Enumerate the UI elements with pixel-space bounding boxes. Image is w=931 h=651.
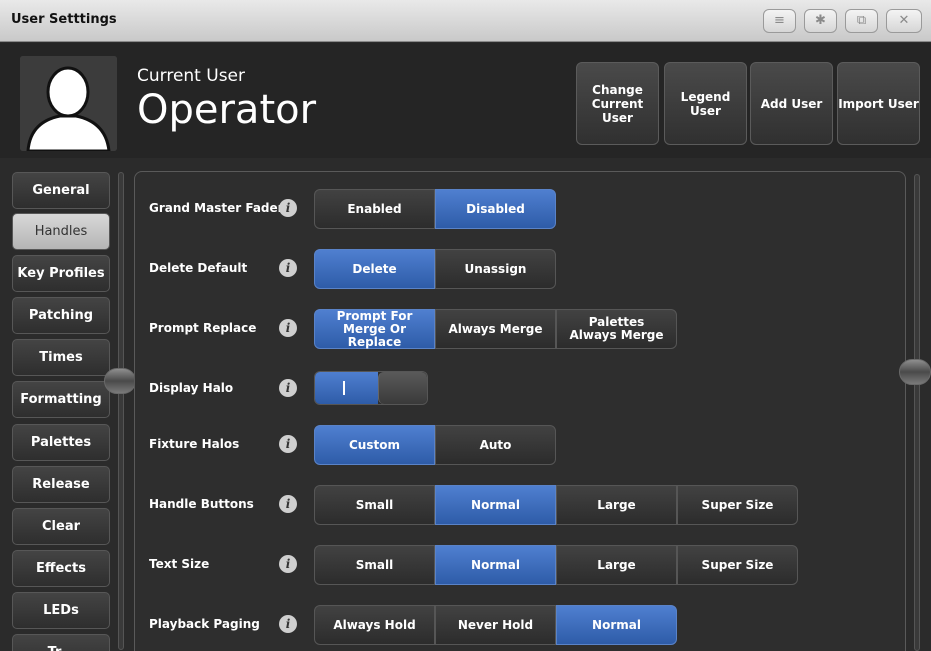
setting-label: Fixture Halos bbox=[149, 437, 240, 451]
fixture-halos-selector: Custom Auto bbox=[314, 425, 556, 465]
setting-label: Display Halo bbox=[149, 381, 234, 395]
setting-row-delete-default: Delete Default i Delete Unassign bbox=[135, 249, 905, 289]
info-icon[interactable]: i bbox=[279, 495, 297, 513]
info-icon[interactable]: i bbox=[279, 379, 297, 397]
settings-sidebar: General Handles Key Profiles Patching Ti… bbox=[0, 160, 136, 651]
option-auto[interactable]: Auto bbox=[435, 425, 556, 465]
option-unassign[interactable]: Unassign bbox=[435, 249, 556, 289]
panel-scrollbar[interactable] bbox=[914, 174, 920, 651]
setting-label: Text Size bbox=[149, 557, 210, 571]
setting-label: Delete Default bbox=[149, 261, 248, 275]
toggle-on-track bbox=[315, 372, 378, 404]
setting-row-fixture-halos: Fixture Halos i Custom Auto bbox=[135, 425, 905, 465]
option-custom[interactable]: Custom bbox=[314, 425, 435, 465]
user-header: Current User Operator Change Current Use… bbox=[0, 43, 931, 158]
text-size-selector: Small Normal Large Super Size bbox=[314, 545, 798, 585]
sidebar-item-clear[interactable]: Clear bbox=[12, 508, 110, 545]
sidebar-item-leds[interactable]: LEDs bbox=[12, 592, 110, 629]
change-current-user-button[interactable]: Change Current User bbox=[576, 62, 659, 145]
option-palettes-always-merge[interactable]: Palettes Always Merge bbox=[556, 309, 677, 349]
delete-default-selector: Delete Unassign bbox=[314, 249, 556, 289]
legend-user-label: Legend User bbox=[680, 89, 731, 118]
option-label: Palettes Always Merge bbox=[569, 315, 664, 342]
import-user-label: Import User bbox=[838, 96, 919, 111]
option-large[interactable]: Large bbox=[556, 485, 677, 525]
setting-row-prompt-replace: Prompt Replace i Prompt For Merge Or Rep… bbox=[135, 309, 905, 349]
change-current-user-label: Change Current User bbox=[591, 82, 644, 125]
info-icon[interactable]: i bbox=[279, 435, 297, 453]
setting-label: Prompt Replace bbox=[149, 321, 257, 335]
setting-row-playback-paging: Playback Paging i Always Hold Never Hold… bbox=[135, 605, 905, 645]
title-bar: User Setttings ≡ ✱ ⧉ ✕ bbox=[0, 0, 931, 42]
import-user-button[interactable]: Import User bbox=[837, 62, 920, 145]
info-icon[interactable]: i bbox=[279, 259, 297, 277]
option-prompt-for-merge-or-replace[interactable]: Prompt For Merge Or Replace bbox=[314, 309, 435, 349]
option-disabled[interactable]: Disabled bbox=[435, 189, 556, 229]
setting-row-handle-buttons: Handle Buttons i Small Normal Large Supe… bbox=[135, 485, 905, 525]
add-user-button[interactable]: Add User bbox=[750, 62, 833, 145]
setting-label: Playback Paging bbox=[149, 617, 260, 631]
option-always-merge[interactable]: Always Merge bbox=[435, 309, 556, 349]
sidebar-scroll-thumb[interactable] bbox=[104, 368, 136, 394]
sidebar-item-palettes[interactable]: Palettes bbox=[12, 424, 110, 461]
info-icon[interactable]: i bbox=[279, 555, 297, 573]
current-user-label: Current User bbox=[137, 66, 246, 86]
sidebar-scrollbar[interactable] bbox=[118, 172, 124, 650]
sidebar-item-key-profiles[interactable]: Key Profiles bbox=[12, 255, 110, 292]
option-delete[interactable]: Delete bbox=[314, 249, 435, 289]
display-halo-toggle[interactable] bbox=[314, 371, 428, 405]
playback-paging-selector: Always Hold Never Hold Normal bbox=[314, 605, 677, 645]
legend-user-button[interactable]: Legend User bbox=[664, 62, 747, 145]
option-super-size[interactable]: Super Size bbox=[677, 485, 798, 525]
prompt-replace-selector: Prompt For Merge Or Replace Always Merge… bbox=[314, 309, 677, 349]
grand-master-fader-selector: Enabled Disabled bbox=[314, 189, 556, 229]
option-small[interactable]: Small bbox=[314, 485, 435, 525]
sidebar-item-truncated[interactable]: Tr... bbox=[12, 634, 110, 651]
info-icon[interactable]: i bbox=[279, 319, 297, 337]
option-normal[interactable]: Normal bbox=[556, 605, 677, 645]
setting-row-grand-master-fader: Grand Master Fader i Enabled Disabled bbox=[135, 189, 905, 229]
option-large[interactable]: Large bbox=[556, 545, 677, 585]
option-never-hold[interactable]: Never Hold bbox=[435, 605, 556, 645]
gear-icon[interactable]: ✱ bbox=[804, 9, 837, 33]
sidebar-item-patching[interactable]: Patching bbox=[12, 297, 110, 334]
option-normal[interactable]: Normal bbox=[435, 485, 556, 525]
setting-row-text-size: Text Size i Small Normal Large Super Siz… bbox=[135, 545, 905, 585]
toggle-on-icon bbox=[343, 381, 345, 395]
menu-icon[interactable]: ≡ bbox=[763, 9, 796, 33]
add-user-label: Add User bbox=[760, 96, 823, 111]
avatar-user-icon bbox=[20, 56, 117, 151]
option-enabled[interactable]: Enabled bbox=[314, 189, 435, 229]
option-super-size[interactable]: Super Size bbox=[677, 545, 798, 585]
setting-label: Grand Master Fader bbox=[149, 201, 284, 215]
sidebar-item-release[interactable]: Release bbox=[12, 466, 110, 503]
close-icon[interactable]: ✕ bbox=[886, 9, 922, 33]
info-icon[interactable]: i bbox=[279, 199, 297, 217]
window-title: User Setttings bbox=[11, 12, 117, 27]
toggle-knob bbox=[377, 372, 427, 404]
handles-settings-panel: Grand Master Fader i Enabled Disabled De… bbox=[134, 171, 906, 651]
option-label: Prompt For Merge Or Replace bbox=[336, 308, 413, 349]
sidebar-item-times[interactable]: Times bbox=[12, 339, 110, 376]
current-user-name: Operator bbox=[137, 87, 317, 133]
handle-buttons-selector: Small Normal Large Super Size bbox=[314, 485, 798, 525]
info-icon[interactable]: i bbox=[279, 615, 297, 633]
sidebar-item-general[interactable]: General bbox=[12, 172, 110, 209]
option-small[interactable]: Small bbox=[314, 545, 435, 585]
option-normal[interactable]: Normal bbox=[435, 545, 556, 585]
setting-row-display-halo: Display Halo i bbox=[135, 369, 905, 409]
setting-label: Handle Buttons bbox=[149, 497, 254, 511]
sidebar-item-handles[interactable]: Handles bbox=[12, 213, 110, 250]
sidebar-item-formatting[interactable]: Formatting bbox=[12, 381, 110, 418]
panel-scroll-thumb[interactable] bbox=[899, 359, 931, 385]
restore-icon[interactable]: ⧉ bbox=[845, 9, 878, 33]
option-always-hold[interactable]: Always Hold bbox=[314, 605, 435, 645]
sidebar-item-effects[interactable]: Effects bbox=[12, 550, 110, 587]
